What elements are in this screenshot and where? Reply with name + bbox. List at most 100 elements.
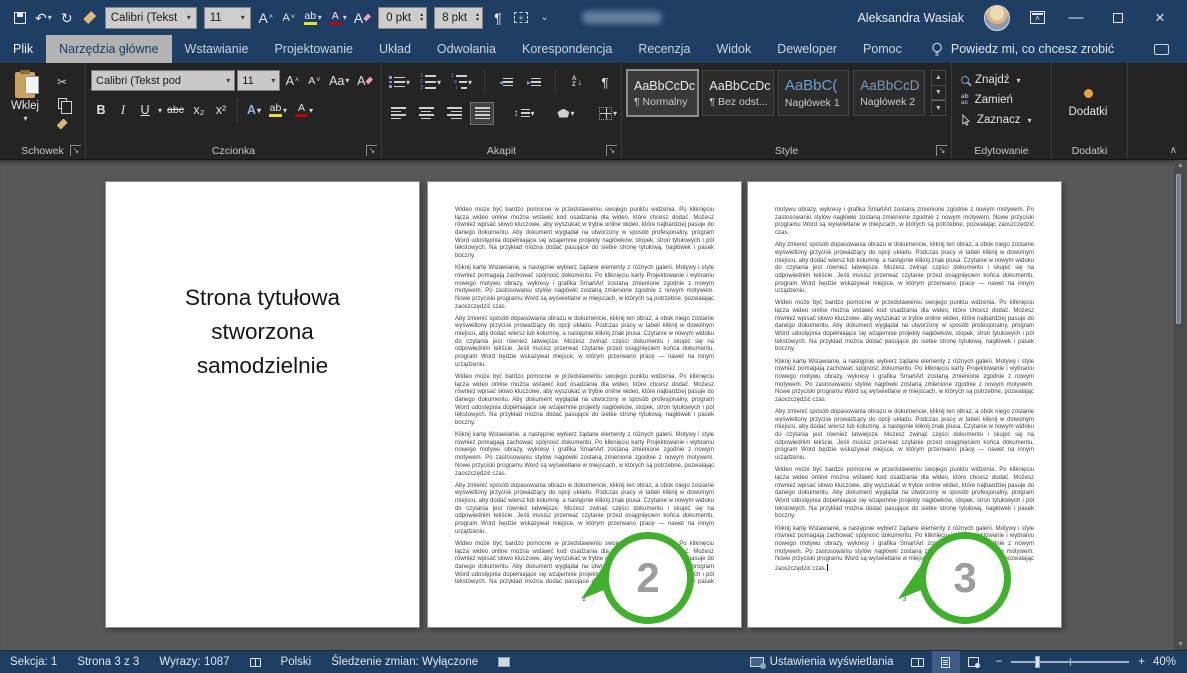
read-mode-button[interactable] <box>904 651 932 673</box>
undo-dropdown[interactable]: ▾ <box>48 11 52 25</box>
grow-font-button[interactable]: A˄ <box>282 70 302 91</box>
font-dialog-launcher[interactable]: ↘ <box>366 145 377 156</box>
style-naglowek-2[interactable]: AaBbCcDNagłówek 2 <box>853 70 924 116</box>
text-effects-button[interactable]: A▾ <box>244 100 264 121</box>
status-section[interactable]: Sekcja: 1 <box>0 651 67 673</box>
styles-dialog-launcher[interactable]: ↘ <box>936 145 947 156</box>
restore-button[interactable] <box>1107 7 1129 29</box>
superscript-button[interactable]: x² <box>211 100 231 121</box>
save-button[interactable] <box>12 7 28 29</box>
multilevel-list-button[interactable]: 1ai▾ <box>449 72 474 93</box>
borders-button[interactable]: ▾ <box>597 103 619 124</box>
close-button[interactable]: × <box>1149 7 1171 29</box>
minimize-button[interactable]: — <box>1065 7 1087 29</box>
strikethrough-button[interactable]: abc <box>164 100 187 121</box>
spinner-arrows[interactable]: ▴▾ <box>420 13 423 23</box>
select-button[interactable]: Zaznacz▾ <box>957 110 1046 130</box>
tab-korespondencja[interactable]: Korespondencja <box>509 35 625 63</box>
increase-indent-button[interactable]: ▸ <box>523 72 545 93</box>
copy-button[interactable] <box>51 94 73 112</box>
paste-button[interactable]: Wklej ▾ <box>5 70 45 133</box>
chevron-down-icon[interactable]: ▾ <box>318 11 322 25</box>
show-marks-button[interactable]: ¶ <box>490 7 506 29</box>
user-name[interactable]: Aleksandra Wasiak <box>857 11 964 25</box>
format-painter-button[interactable] <box>82 7 98 29</box>
italic-button[interactable]: I <box>113 100 133 121</box>
zoom-in-button[interactable]: + <box>1138 656 1145 668</box>
spacing-before-spinner[interactable]: 0 pkt▴▾ <box>378 7 427 29</box>
zoom-slider-thumb[interactable] <box>1035 656 1040 668</box>
tab-widok[interactable]: Widok <box>703 35 764 63</box>
styles-gallery-more[interactable]: ▼ <box>932 100 945 115</box>
page-2[interactable]: Wideo może być bardzo pomocne w przedsta… <box>427 181 742 628</box>
tab-projektowanie[interactable]: Projektowanie <box>261 35 366 63</box>
chevron-down-icon[interactable]: ▾ <box>343 11 347 25</box>
status-language[interactable]: Polski <box>271 651 322 673</box>
sort-button[interactable]: AZ↓ <box>566 72 588 93</box>
vertical-scrollbar[interactable]: ▲ ▼ <box>1174 160 1187 650</box>
clear-formatting-button[interactable]: A <box>354 70 376 91</box>
page-2-body[interactable]: Wideo może być bardzo pomocne w przedsta… <box>428 182 741 584</box>
justify-button[interactable] <box>471 103 493 124</box>
screen-clip-button[interactable]: + <box>513 7 529 29</box>
find-button[interactable]: Znajdź▾ <box>957 70 1046 90</box>
tab-narzedzia-glowne[interactable]: Narzędzia główne <box>46 35 171 63</box>
avatar[interactable] <box>984 5 1010 31</box>
bullets-button[interactable]: ▾ <box>387 72 412 93</box>
status-proofing[interactable] <box>240 651 271 673</box>
tab-plik[interactable]: Plik <box>0 35 46 63</box>
addins-button[interactable]: Dodatki <box>1057 70 1119 136</box>
clear-formatting-button[interactable]: A <box>354 7 371 29</box>
spinner-arrows[interactable]: ▴▾ <box>476 13 479 23</box>
text-highlight-button[interactable]: ab▾ <box>266 100 290 121</box>
scrollbar-thumb[interactable] <box>1176 174 1181 324</box>
line-spacing-button[interactable]: ↕▾ <box>513 103 535 124</box>
tab-wstawianie[interactable]: Wstawianie <box>172 35 262 63</box>
clipboard-dialog-launcher[interactable]: ↘ <box>70 145 81 156</box>
tab-recenzja[interactable]: Recenzja <box>625 35 703 63</box>
underline-button[interactable]: U <box>135 100 155 121</box>
style-bez-odstepow[interactable]: AaBbCcDc¶ Bez odst... <box>702 70 773 116</box>
style-normalny[interactable]: AaBbCcDc¶ Normalny <box>627 70 698 116</box>
chevron-down-icon[interactable]: ▾ <box>570 109 574 118</box>
tab-uklad[interactable]: Układ <box>366 35 424 63</box>
chevron-down-icon[interactable]: ▾ <box>613 109 617 118</box>
tab-deweloper[interactable]: Deweloper <box>764 35 850 63</box>
tell-me-search[interactable]: Powiedz mi, co chcesz zrobić <box>931 35 1114 63</box>
style-naglowek-1[interactable]: AaBbC(Nagłówek 1 <box>778 70 849 116</box>
font-color-button[interactable]: A▾ <box>292 100 316 121</box>
cut-button[interactable]: ✂ <box>51 73 73 91</box>
bold-button[interactable]: B <box>91 100 111 121</box>
chevron-down-icon[interactable]: ▾ <box>531 109 535 118</box>
styles-scroll-down[interactable]: ▼ <box>932 86 945 101</box>
web-layout-button[interactable] <box>960 651 988 673</box>
display-settings-button[interactable]: Ustawienia wyświetlania <box>740 651 904 673</box>
page-1[interactable]: Strona tytułowa stworzona samodzielnie <box>105 181 420 628</box>
ribbon-display-options-button[interactable]: ˄ <box>1030 11 1045 24</box>
shrink-font-button[interactable]: A˅ <box>281 7 297 29</box>
qat-customize-button[interactable]: ⌄ <box>536 7 552 29</box>
font-size-combo[interactable]: 11▾ <box>237 70 280 91</box>
title-page-text[interactable]: Strona tytułowa stworzona samodzielnie <box>106 281 419 383</box>
zoom-level[interactable]: 40% <box>1153 656 1187 668</box>
chevron-down-icon[interactable]: ▾ <box>468 78 472 87</box>
show-marks-button[interactable]: ¶ <box>594 72 616 93</box>
collapse-ribbon-button[interactable]: ∧ <box>1170 145 1177 156</box>
status-track-changes[interactable]: Śledzenie zmian: Wyłączone <box>321 651 488 673</box>
redo-button[interactable]: ↻ <box>59 7 75 29</box>
underline-dropdown[interactable]: ▾ <box>158 106 162 115</box>
print-layout-button[interactable] <box>932 651 960 673</box>
font-name-combo[interactable]: Calibri (Tekst pod▾ <box>91 70 235 91</box>
zoom-slider[interactable] <box>1011 661 1129 663</box>
chevron-down-icon[interactable]: ▾ <box>24 114 28 123</box>
chevron-down-icon[interactable]: ▾ <box>406 78 410 87</box>
format-painter-small-button[interactable] <box>51 115 73 133</box>
chevron-down-icon[interactable]: ▾ <box>309 106 313 115</box>
qat-font-name-combo[interactable]: Calibri (Tekst▾ <box>105 7 197 29</box>
numbering-button[interactable]: 123▾ <box>418 72 443 93</box>
font-color-button[interactable]: A▾ <box>329 7 347 29</box>
tab-odwolania[interactable]: Odwołania <box>424 35 509 63</box>
align-center-button[interactable] <box>415 103 437 124</box>
paragraph-dialog-launcher[interactable]: ↘ <box>606 145 617 156</box>
styles-scroll-up[interactable]: ▲ <box>932 71 945 86</box>
